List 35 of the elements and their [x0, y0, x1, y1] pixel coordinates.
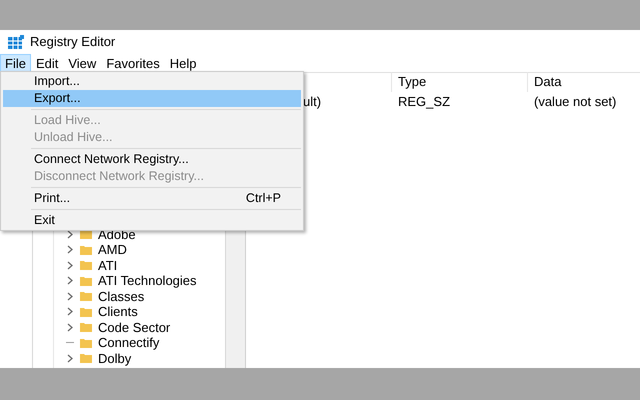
menu-item[interactable]: Import...	[3, 73, 301, 90]
folder-icon	[80, 336, 92, 349]
tree-item[interactable]: Connectify	[54, 335, 225, 350]
menu-item[interactable]: Connect Network Registry...	[3, 151, 301, 168]
folder-icon	[80, 306, 92, 318]
menu-bar-item[interactable]: Help	[164, 54, 202, 72]
menu-bar-item[interactable]: File	[0, 54, 31, 72]
menu-item[interactable]: Export...	[3, 90, 301, 107]
folder-icon	[80, 290, 92, 302]
tree-item[interactable]: Dolby	[54, 350, 225, 366]
tree-item[interactable]: Adobe	[54, 226, 225, 242]
tree-item[interactable]: Code Sector	[54, 320, 225, 335]
tree-item[interactable]: Clients	[54, 304, 225, 320]
shortcut-label: Ctrl+P	[246, 190, 281, 207]
folder-icon	[80, 274, 92, 287]
registry-app-icon	[8, 35, 24, 49]
menu-bar-item[interactable]: View	[63, 54, 102, 72]
folder-icon	[80, 259, 92, 272]
menu-item[interactable]: Print... Ctrl+P	[3, 190, 301, 207]
column-header[interactable]: Data	[528, 72, 640, 92]
folder-icon	[80, 244, 92, 256]
menu-item[interactable]: Exit	[3, 212, 301, 229]
folder-icon	[80, 352, 92, 364]
folder-icon	[80, 321, 92, 334]
window-title: Registry Editor	[30, 33, 116, 52]
menu-bar-item[interactable]: Edit	[30, 54, 64, 72]
table-cell-text: ult)	[302, 93, 322, 112]
table-cell-text: REG_SZ	[397, 93, 452, 112]
tree-item[interactable]: Classes	[54, 288, 225, 304]
table-cell-text: (value not set)	[533, 93, 618, 112]
menu-bar-item[interactable]: Favorites	[101, 54, 165, 72]
tree-item[interactable]: ATI	[54, 258, 225, 273]
tree-item[interactable]: AMD	[54, 242, 225, 258]
column-header[interactable]: Type	[392, 72, 528, 92]
tree-item[interactable]: ATI Technologies	[54, 273, 225, 288]
